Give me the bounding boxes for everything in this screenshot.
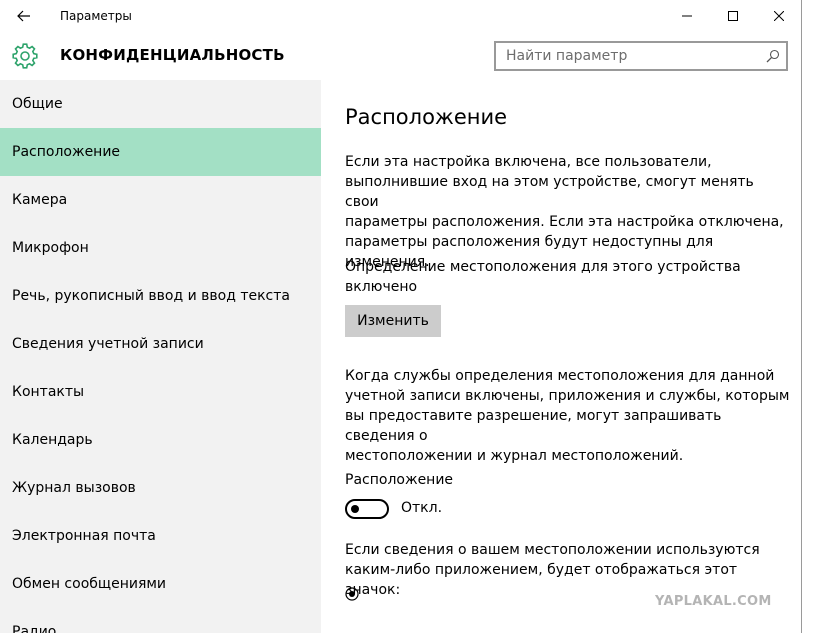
device-location-status: Определение местоположения для этого уст… — [345, 257, 791, 297]
services-line: вы предоставите разрешение, могут запраш… — [345, 408, 722, 444]
sidebar-item-account-info[interactable]: Сведения учетной записи — [0, 320, 321, 368]
location-indicator-icon — [345, 587, 359, 601]
maximize-button[interactable] — [710, 0, 756, 32]
intro-line: Если эта настройка включена, все пользов… — [345, 154, 712, 170]
close-icon — [774, 11, 784, 21]
sidebar-item-radio[interactable]: Радио — [0, 608, 321, 633]
sidebar-item-messaging[interactable]: Обмен сообщениями — [0, 560, 321, 608]
minimize-icon — [682, 15, 692, 17]
toggle-state-text: Откл. — [401, 500, 443, 516]
intro-line: параметры расположения. Если эта настрой… — [345, 214, 784, 230]
search-icon[interactable] — [766, 49, 780, 63]
sidebar-item-call-history[interactable]: Журнал вызовов — [0, 464, 321, 512]
services-description: Когда службы определения местоположения … — [345, 366, 791, 466]
section-title: КОНФИДЕНЦИАЛЬНОСТЬ — [60, 46, 285, 64]
gear-icon — [12, 43, 38, 69]
intro-text: Если эта настройка включена, все пользов… — [345, 152, 791, 272]
sidebar-item-camera[interactable]: Камера — [0, 176, 321, 224]
services-line: Когда службы определения местоположения … — [345, 368, 775, 384]
sidebar-item-microphone[interactable]: Микрофон — [0, 224, 321, 272]
sidebar-item-email[interactable]: Электронная почта — [0, 512, 321, 560]
settings-header: КОНФИДЕНЦИАЛЬНОСТЬ — [0, 32, 801, 80]
toggle-knob — [351, 505, 359, 513]
services-line: местоположении и журнал местоположений. — [345, 448, 684, 464]
search-box[interactable] — [494, 41, 788, 71]
sidebar-item-location[interactable]: Расположение — [0, 128, 321, 176]
services-line: учетной записи включены, приложения и сл… — [345, 388, 790, 404]
sidebar: Общие Расположение Камера Микрофон Речь,… — [0, 80, 321, 633]
sidebar-item-contacts[interactable]: Контакты — [0, 368, 321, 416]
icon-note: Если сведения о вашем местоположении исп… — [345, 540, 791, 600]
maximize-icon — [728, 11, 738, 21]
settings-window: Параметры КОНФИДЕНЦИАЛЬНОСТЬ О — [0, 0, 802, 633]
sidebar-item-speech[interactable]: Речь, рукописный ввод и ввод текста — [0, 272, 321, 320]
search-input[interactable] — [496, 43, 758, 69]
icon-note-line: Если сведения о вашем местоположении исп… — [345, 542, 760, 558]
app-title: Параметры — [60, 9, 132, 23]
minimize-button[interactable] — [664, 0, 710, 32]
watermark: YAPLAKAL.COM — [655, 594, 772, 609]
location-toggle-label: Расположение — [345, 472, 454, 488]
sidebar-item-calendar[interactable]: Календарь — [0, 416, 321, 464]
device-status-line: включено — [345, 279, 418, 295]
title-bar: Параметры — [0, 0, 801, 32]
close-button[interactable] — [756, 0, 801, 32]
change-button[interactable]: Изменить — [345, 305, 441, 337]
intro-line: выполнившие вход на этом устройстве, смо… — [345, 174, 754, 210]
page-title: Расположение — [345, 105, 508, 129]
device-status-line: Определение местоположения для этого уст… — [345, 259, 741, 275]
back-arrow-icon — [17, 10, 30, 22]
back-button[interactable] — [6, 0, 42, 32]
location-toggle[interactable] — [345, 499, 389, 519]
sidebar-item-general[interactable]: Общие — [0, 80, 321, 128]
main-content: Расположение Если эта настройка включена… — [321, 80, 801, 633]
